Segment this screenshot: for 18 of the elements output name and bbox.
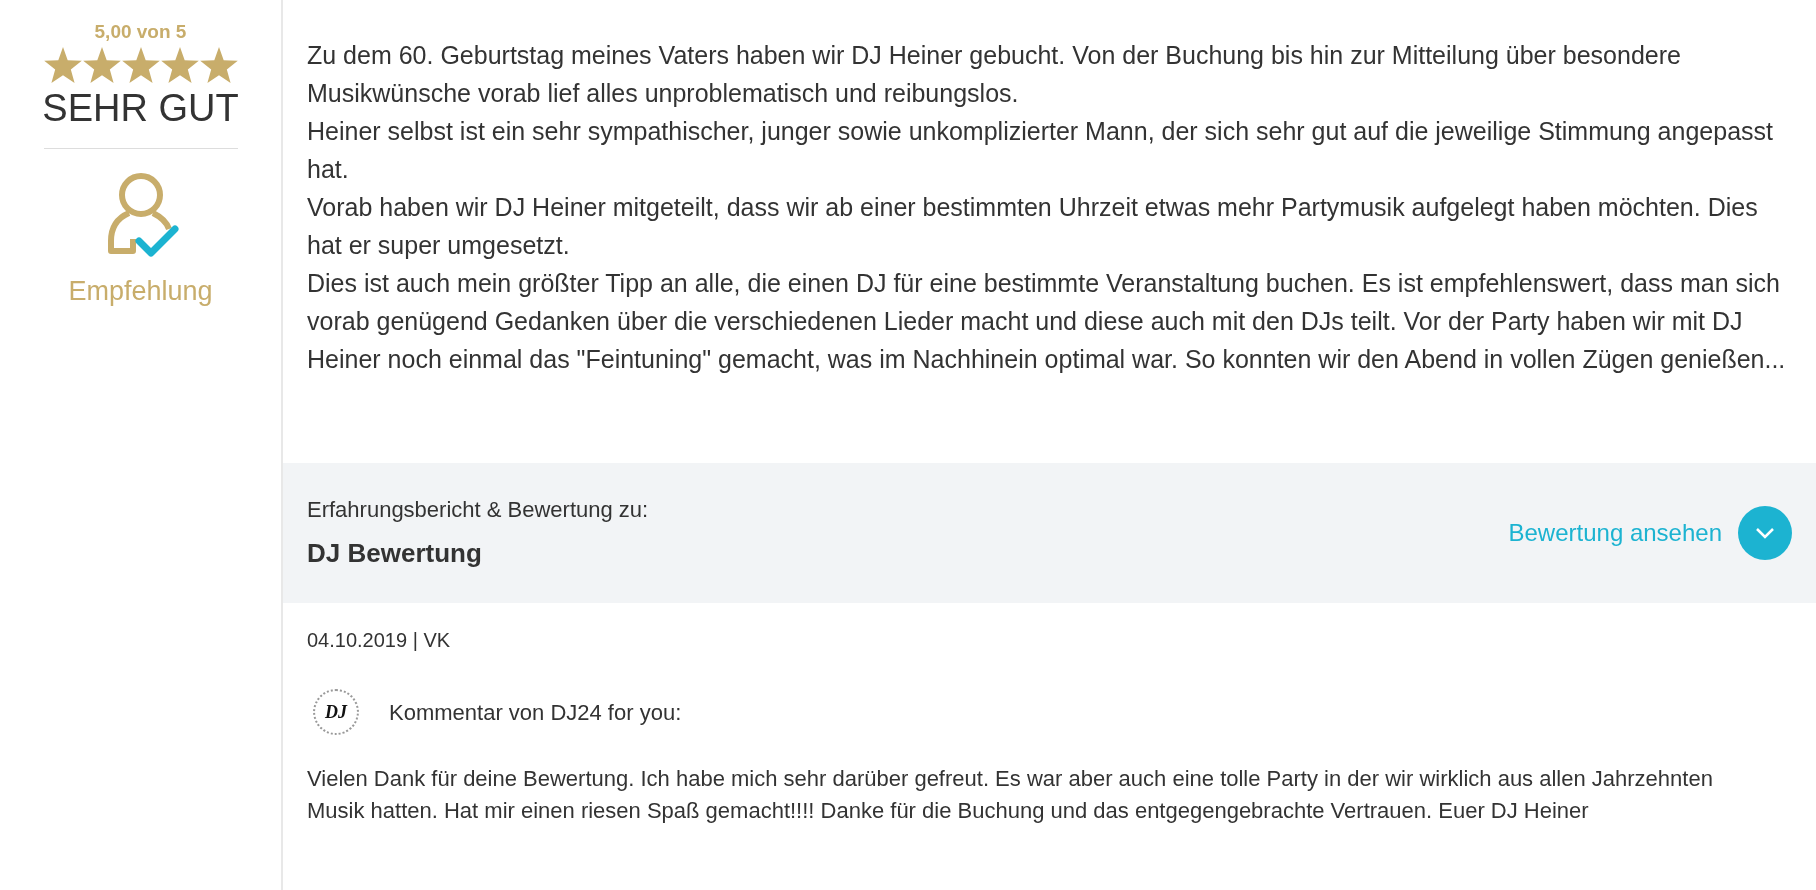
star-icon (82, 46, 121, 83)
rating-score: 5,00 von 5 (94, 20, 187, 44)
star-icon (160, 46, 199, 83)
expand-button[interactable] (1738, 506, 1792, 560)
dj-logo: DJ (313, 689, 359, 735)
recommendation-label: Empfehlung (68, 275, 213, 308)
subject-label: Erfahrungsbericht & Bewertung zu: (307, 496, 649, 524)
star-icon (121, 46, 160, 83)
review-date-author: 04.10.2019 | VK (306, 628, 452, 653)
rating-verdict: SEHR GUT (42, 85, 239, 131)
comment-text: Vielen Dank für deine Bewertung. Ich habe mich sehr darüber gefreut. Es war aber auch eine tolle Party in der wir wirklich aus allen Jahrzehnten Musik hatten. Hat mir einen riesen Spaß gemacht!!!! Danke für die Buchung und das entgegengebrachte Vertrauen. Euer DJ Heiner (306, 765, 1714, 825)
subject-title: DJ Bewertung (307, 537, 483, 570)
review-text: Zu dem 60. Geburtstag meines Vaters haben wir DJ Heiner gebucht. Von der Buchung bis hin zur Mitteilung über besondere Musikwünsche vorab lief alles unproblematisch und reibungslos. Heiner selbst ist ein sehr sympathischer, junger sowie unkomplizierter Mann, der sich sehr gut auf die jeweilige Stimmung angepasst hat. Vorab haben wir DJ Heiner mitgeteilt, dass wir ab einer bestimmten Uhrzeit etwas mehr Partymusik aufgelegt haben möchten. Dies hat er super umgesetzt. Dies ist auch mein größter Tipp an alle, die einen DJ für eine bestimmte Veranstaltung buchen. Es ist empfehlenswert, dass man sich vorab genügend Gedanken über die verschiedenen Lieder macht und diese auch mit den DJs teilt. Vor der Party haben wir mit DJ Heiner noch einmal das "Feintuning" gemacht, was im Nachhinein optimal war. So konnten wir den Abend in vollen Zügen genießen... (306, 40, 1787, 375)
view-review-link[interactable]: Bewertung ansehen (1508, 515, 1722, 551)
comment-heading: Kommentar von DJ24 for you: (389, 698, 682, 727)
chevron-icon (1755, 527, 1775, 539)
star-icon (43, 46, 82, 83)
star-icon (199, 46, 238, 83)
